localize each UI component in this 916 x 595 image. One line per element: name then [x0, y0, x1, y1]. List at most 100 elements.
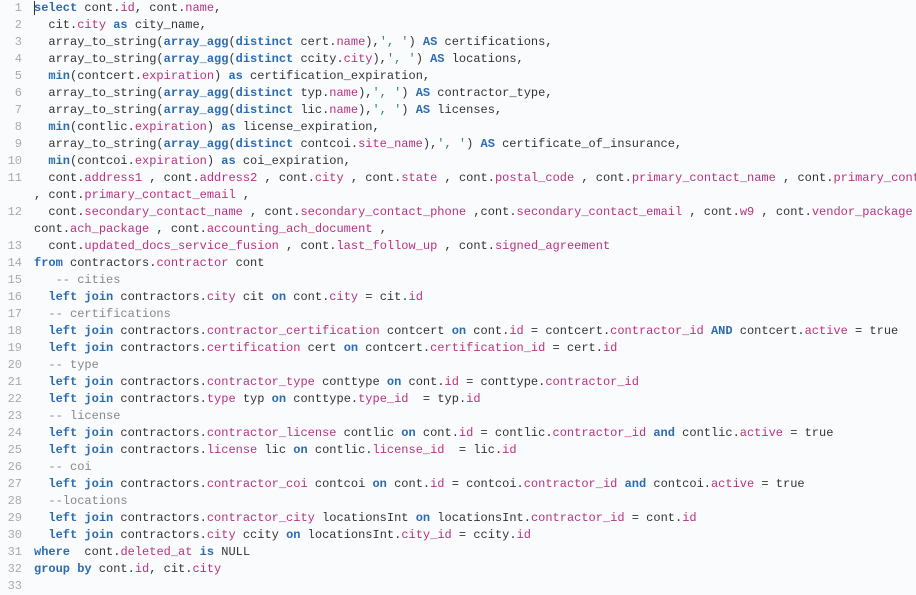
token-id: , cont: [279, 239, 329, 253]
token-punc: (contcoi: [70, 154, 128, 168]
code-editor[interactable]: 1234567891011121314151617181920212223242…: [0, 0, 916, 595]
token-id: = conttype: [459, 375, 538, 389]
token-kw: AS: [430, 52, 444, 66]
code-line[interactable]: group by cont.id, cit.city: [34, 561, 916, 578]
token-punc: .: [524, 511, 531, 525]
token-id: contcert: [733, 324, 798, 338]
code-line[interactable]: left join contractors.contractor_type co…: [34, 374, 916, 391]
code-line[interactable]: left join contractors.contractor_city lo…: [34, 510, 916, 527]
token-str: ', ': [372, 86, 401, 100]
code-line[interactable]: select cont.id, cont.name,: [34, 0, 916, 17]
token-punc: .: [351, 137, 358, 151]
code-line[interactable]: array_to_string(array_agg(distinct lic.n…: [34, 102, 916, 119]
code-line[interactable]: cont.address1 , cont.address2 , cont.cit…: [34, 170, 916, 187]
token-kw: and: [625, 477, 647, 491]
code-line[interactable]: cont.secondary_contact_name , cont.secon…: [34, 204, 916, 221]
token-punc: ,: [214, 1, 221, 15]
code-line[interactable]: array_to_string(array_agg(distinct contc…: [34, 136, 916, 153]
code-line[interactable]: left join contractors.contractor_license…: [34, 425, 916, 442]
token-id: cont: [92, 562, 128, 576]
token-prop: city: [192, 562, 221, 576]
token-str: ', ': [380, 35, 409, 49]
code-line[interactable]: min(contcert.expiration) as certificatio…: [34, 68, 916, 85]
token-id: , cont: [344, 171, 394, 185]
token-kw: left join: [48, 477, 113, 491]
line-number: [0, 221, 22, 238]
token-id: contcoi: [646, 477, 704, 491]
token-prop: contractor_id: [531, 511, 625, 525]
code-line[interactable]: -- cities: [34, 272, 916, 289]
token-prop: w9: [740, 205, 754, 219]
token-kw: select: [34, 1, 77, 15]
line-number: 5: [0, 68, 22, 85]
code-line[interactable]: left join contractors.type typ on contty…: [34, 391, 916, 408]
token-id: contcoi: [293, 137, 351, 151]
token-prop: name: [329, 86, 358, 100]
token-id: [34, 511, 48, 525]
token-punc: .: [488, 171, 495, 185]
code-line[interactable]: left join contractors.contractor_coi con…: [34, 476, 916, 493]
code-line[interactable]: cit.city as city_name,: [34, 17, 916, 34]
code-line[interactable]: cont.updated_docs_service_fusion , cont.…: [34, 238, 916, 255]
code-line[interactable]: -- license: [34, 408, 916, 425]
code-line[interactable]: left join contractors.city cit on cont.c…: [34, 289, 916, 306]
token-id: [704, 324, 711, 338]
code-area[interactable]: select cont.id, cont.name, cit.city as c…: [30, 0, 916, 595]
code-line[interactable]: left join contractors.license lic on con…: [34, 442, 916, 459]
token-id: [34, 307, 48, 321]
code-line[interactable]: left join contractors.city ccity on loca…: [34, 527, 916, 544]
code-line[interactable]: -- type: [34, 357, 916, 374]
code-line[interactable]: [34, 578, 916, 595]
code-line[interactable]: -- certifications: [34, 306, 916, 323]
token-prop: city: [207, 528, 236, 542]
token-fn: array_agg: [164, 103, 229, 117]
code-line[interactable]: -- coi: [34, 459, 916, 476]
code-line[interactable]: min(contcoi.expiration) as coi_expiratio…: [34, 153, 916, 170]
code-line[interactable]: cont.ach_package , cont.accounting_ach_d…: [34, 221, 916, 238]
token-kw: left join: [48, 443, 113, 457]
code-line[interactable]: array_to_string(array_agg(distinct typ.n…: [34, 85, 916, 102]
token-prop: state: [401, 171, 437, 185]
token-prop: contractor_id: [524, 477, 618, 491]
line-number: 16: [0, 289, 22, 306]
token-punc: (contlic: [70, 120, 128, 134]
code-line[interactable]: --locations: [34, 493, 916, 510]
token-punc: (: [228, 137, 235, 151]
token-punc: .: [488, 239, 495, 253]
token-prop: contractor_city: [207, 511, 315, 525]
token-punc: .: [797, 324, 804, 338]
token-id: contcoi: [308, 477, 373, 491]
code-line[interactable]: where cont.deleted_at is NULL: [34, 544, 916, 561]
code-line[interactable]: from contractors.contractor cont: [34, 255, 916, 272]
token-prop: contractor_license: [207, 426, 337, 440]
token-prop: ach_package: [70, 222, 149, 236]
code-line[interactable]: array_to_string(array_agg(distinct cert.…: [34, 34, 916, 51]
token-punc: .: [200, 222, 207, 236]
code-line[interactable]: , cont.primary_contact_email ,: [34, 187, 916, 204]
code-line[interactable]: left join contractors.contractor_certifi…: [34, 323, 916, 340]
token-prop: id: [135, 562, 149, 576]
token-id: [192, 545, 199, 559]
line-number: 27: [0, 476, 22, 493]
token-id: = contlic: [473, 426, 545, 440]
code-line[interactable]: left join contractors.certification cert…: [34, 340, 916, 357]
token-kw: distinct: [236, 52, 294, 66]
token-prop: contractor_id: [553, 426, 647, 440]
token-id: certificate_of_insurance,: [495, 137, 682, 151]
token-punc: .: [200, 375, 207, 389]
token-kw: distinct: [236, 35, 294, 49]
token-id: cert: [293, 35, 329, 49]
token-prop: secondary_contact_phone: [300, 205, 466, 219]
line-number: 32: [0, 561, 22, 578]
line-number: 26: [0, 459, 22, 476]
token-id: contractors: [63, 256, 149, 270]
token-prop: id: [509, 324, 523, 338]
code-line[interactable]: array_to_string(array_agg(distinct ccity…: [34, 51, 916, 68]
token-id: contractors: [113, 511, 199, 525]
token-id: licenses,: [430, 103, 502, 117]
token-prop: active: [805, 324, 848, 338]
token-punc: ): [466, 137, 480, 151]
token-id: = true: [783, 426, 833, 440]
code-line[interactable]: min(contlic.expiration) as license_expir…: [34, 119, 916, 136]
token-cmt: -- certifications: [48, 307, 170, 321]
